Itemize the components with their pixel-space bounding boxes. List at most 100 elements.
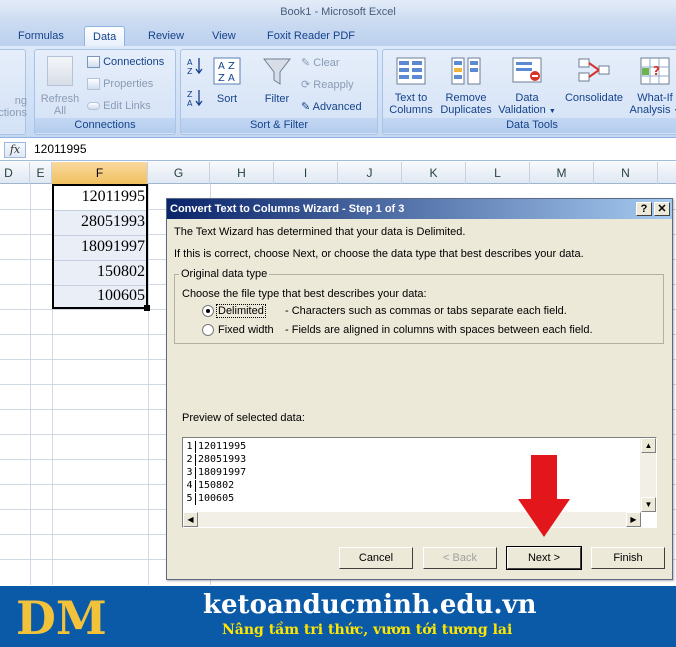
formula-input[interactable]: 12011995 [34, 142, 87, 156]
next-button[interactable]: Next > [506, 546, 582, 570]
sort-a-to-z-button[interactable]: A Z [185, 56, 205, 79]
tab-data[interactable]: Data [84, 26, 126, 46]
column-header-k[interactable]: K [402, 162, 466, 184]
text-to-columns-icon [396, 57, 426, 85]
sort-z-to-a-button[interactable]: Z A [185, 88, 205, 111]
remove-duplicates-icon [451, 57, 481, 85]
cell-f-value[interactable]: 150802 [53, 263, 145, 281]
properties-button[interactable]: Properties [87, 78, 153, 91]
finish-button[interactable]: Finish [591, 547, 665, 569]
footer-banner: DM ketoanducminh.edu.vn Nâng tầm tri thứ… [0, 586, 676, 647]
svg-text:A: A [187, 58, 193, 67]
edit-links-button[interactable]: Edit Links [87, 100, 151, 112]
svg-text:A: A [187, 99, 193, 108]
gridline [54, 260, 146, 261]
tab-formulas[interactable]: Formulas [18, 26, 64, 46]
ribbon-group-sort-filter: A Z Z A A Z Z A Sort Filter ✎ Clear ⟳ Re… [180, 49, 378, 135]
ribbon-group-connections: Refresh All Connections Properties Edit … [34, 49, 176, 135]
group-title: Original data type [179, 268, 270, 280]
funnel-icon [262, 58, 292, 85]
tab-review[interactable]: Review [148, 26, 184, 46]
brand-logo: DM [16, 591, 107, 642]
chevron-down-icon: ▼ [548, 108, 556, 115]
gridline [54, 210, 146, 211]
ribbon-tabs: Formulas Data Review View Foxit Reader P… [0, 24, 676, 46]
svg-text:A: A [228, 73, 235, 84]
column-header-n[interactable]: N [594, 162, 658, 184]
get-external-data-button[interactable]: ng ctions [0, 95, 27, 119]
preview-row: 2 28051993 [184, 454, 246, 466]
column-header-g[interactable]: G [148, 162, 210, 184]
data-validation-icon [512, 57, 542, 83]
filter-button[interactable]: Filter [257, 56, 297, 105]
preview-row: 3 18091997 [184, 467, 246, 479]
gridline [54, 285, 146, 286]
svg-text:DM: DM [16, 591, 107, 642]
text-to-columns-wizard-dialog: Convert Text to Columns Wizard - Step 1 … [166, 198, 673, 580]
scroll-right-button[interactable]: ▶ [626, 512, 641, 527]
data-validation-button[interactable]: Data Validation ▼ [497, 56, 557, 118]
cancel-button[interactable]: Cancel [339, 547, 413, 569]
horizontal-scrollbar[interactable] [183, 512, 641, 527]
wizard-instruction: If this is correct, choose Next, or choo… [174, 248, 584, 260]
ribbon: ng ctions Refresh All Connections Proper… [0, 46, 676, 138]
sort-button[interactable]: A Z Z A Sort [209, 56, 245, 105]
ribbon-group-data-tools: Text to Columns Remove Duplicates Data V… [382, 49, 676, 135]
gridline [54, 235, 146, 236]
advanced-filter-icon: ✎ [301, 101, 311, 113]
refresh-all-button[interactable]: Refresh All [37, 56, 83, 117]
delimited-description: - Characters such as commas or tabs sepa… [285, 305, 567, 317]
choose-file-type-label: Choose the file type that best describes… [182, 288, 427, 300]
remove-duplicates-button[interactable]: Remove Duplicates [437, 56, 495, 116]
scroll-down-button[interactable]: ▼ [641, 497, 656, 512]
column-header-d[interactable]: D [0, 162, 30, 184]
preview-row: 5 100605 [184, 493, 234, 505]
fixed-width-label[interactable]: Fixed width [218, 324, 274, 336]
column-header-m[interactable]: M [530, 162, 594, 184]
column-header-f[interactable]: F [52, 162, 148, 184]
column-header-j[interactable]: J [338, 162, 402, 184]
fixed-width-radio[interactable] [202, 324, 214, 336]
scroll-left-button[interactable]: ◀ [183, 512, 198, 527]
close-button[interactable]: ✕ [654, 202, 670, 216]
help-button[interactable]: ? [636, 202, 652, 216]
column-header-h[interactable]: H [210, 162, 274, 184]
column-header-l[interactable]: L [466, 162, 530, 184]
tab-view[interactable]: View [212, 26, 236, 46]
column-header-e[interactable]: E [30, 162, 52, 184]
delimited-label[interactable]: Delimited [216, 304, 266, 318]
what-if-analysis-button[interactable]: ? What-If Analysis ▼ [627, 56, 676, 118]
sort-filter-group-label: Sort & Filter [181, 118, 377, 133]
dialog-title: Convert Text to Columns Wizard - Step 1 … [167, 199, 672, 219]
cell-f-value[interactable]: 18091997 [53, 238, 145, 256]
red-arrow-annotation [518, 455, 570, 537]
back-button[interactable]: < Back [423, 547, 497, 569]
cell-f-value[interactable]: 100605 [53, 287, 145, 305]
connections-icon [87, 56, 100, 69]
advanced-button[interactable]: ✎ Advanced [301, 100, 362, 113]
chain-link-icon [87, 102, 100, 111]
delimited-radio[interactable] [202, 305, 214, 317]
selected-range[interactable]: 12011995 28051993 18091997 150802 100605 [52, 184, 148, 309]
fill-handle[interactable] [144, 305, 150, 311]
text-to-columns-button[interactable]: Text to Columns [385, 56, 437, 116]
consolidate-button[interactable]: Consolidate [561, 56, 627, 104]
column-header-i[interactable]: I [274, 162, 338, 184]
data-preview[interactable]: 1 12011995 2 28051993 3 18091997 4 150802 51… [182, 437, 657, 528]
preview-label: Preview of selected data: [182, 412, 305, 424]
clear-button[interactable]: ✎ Clear [301, 56, 340, 69]
insert-function-button[interactable]: fx [4, 142, 26, 158]
cell-f-value[interactable]: 12011995 [53, 188, 145, 206]
sort-za-icon: Z A [187, 90, 203, 108]
svg-text:Z: Z [228, 61, 235, 72]
refresh-icon [47, 56, 73, 86]
svg-text:Z: Z [218, 73, 225, 84]
cell-f-value[interactable]: 28051993 [53, 213, 145, 231]
tab-foxit-reader-pdf[interactable]: Foxit Reader PDF [267, 26, 355, 46]
reapply-button[interactable]: ⟳ Reapply [301, 78, 354, 91]
banner-website: ketoanducminh.edu.vn [203, 590, 537, 620]
consolidate-icon [578, 58, 610, 82]
scroll-up-button[interactable]: ▲ [641, 438, 656, 453]
connections-button[interactable]: Connections [87, 56, 164, 69]
window-title: Book1 - Microsoft Excel [0, 0, 676, 24]
